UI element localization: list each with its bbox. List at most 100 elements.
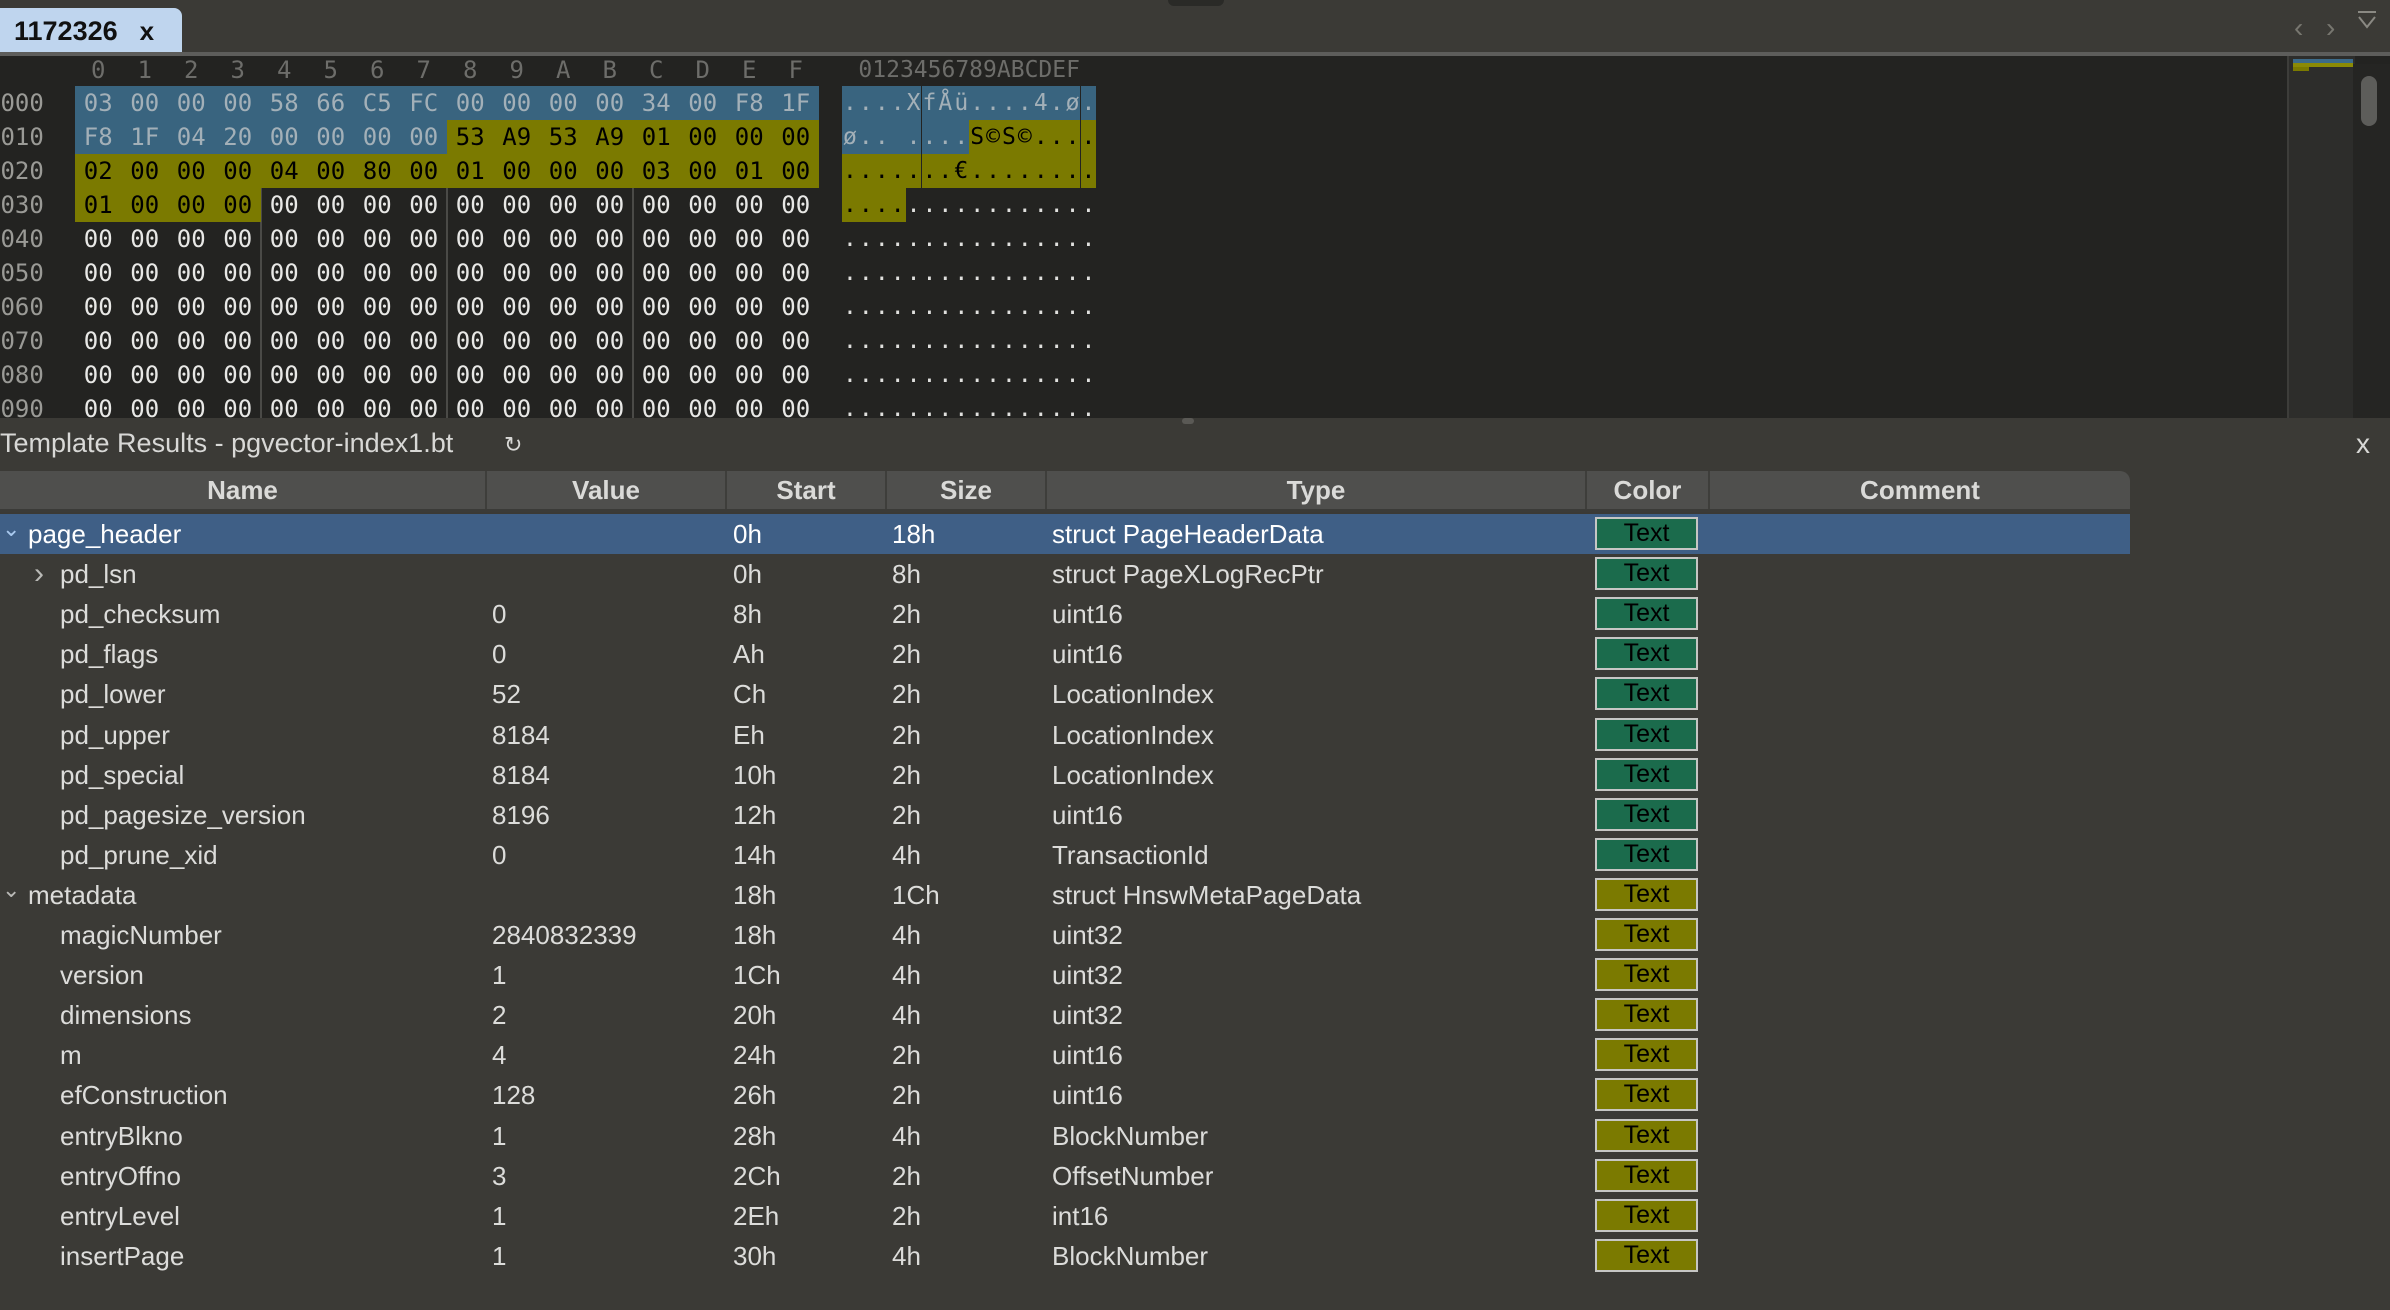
ascii-char[interactable]: . <box>1065 392 1081 418</box>
ascii-char[interactable]: . <box>890 358 906 392</box>
hex-byte[interactable]: 02 <box>75 154 122 188</box>
hex-byte[interactable]: 04 <box>168 120 215 154</box>
color-swatch[interactable]: Text <box>1595 1158 1698 1192</box>
hex-byte[interactable]: 00 <box>773 256 820 290</box>
ascii-char[interactable]: . <box>1049 256 1065 290</box>
hex-byte[interactable]: 34 <box>633 86 680 120</box>
file-tab[interactable]: 1172326 x <box>0 8 182 54</box>
hex-byte[interactable]: 00 <box>447 188 494 222</box>
ascii-char[interactable]: . <box>985 222 1001 256</box>
ascii-char[interactable]: . <box>1048 120 1065 154</box>
ascii-char[interactable]: . <box>1017 222 1033 256</box>
hex-byte[interactable]: 00 <box>447 290 494 324</box>
ascii-char[interactable]: . <box>1033 222 1049 256</box>
ascii-char[interactable]: . <box>1081 222 1097 256</box>
hex-byte[interactable]: 00 <box>773 358 820 392</box>
ascii-char[interactable]: . <box>1033 324 1049 358</box>
table-row[interactable]: › pd_lsn 0h 8h struct PageXLogRecPtr Text <box>0 554 2130 594</box>
color-swatch[interactable]: Text <box>1595 597 1698 631</box>
color-swatch[interactable]: Text <box>1595 757 1698 791</box>
ascii-char[interactable]: . <box>1080 154 1097 188</box>
ascii-char[interactable]: . <box>937 256 953 290</box>
ascii-char[interactable]: . <box>969 324 985 358</box>
table-row[interactable]: version 1 1Ch 4h uint32 Text <box>0 955 2130 995</box>
ascii-char[interactable]: ü <box>953 86 970 120</box>
ascii-char[interactable]: . <box>889 154 906 188</box>
ascii-char[interactable]: . <box>953 188 969 222</box>
ascii-char[interactable]: ø <box>842 120 858 154</box>
ascii-char[interactable]: . <box>953 120 970 154</box>
hex-byte[interactable]: 00 <box>354 290 401 324</box>
ascii-char[interactable]: . <box>1065 290 1081 324</box>
ascii-char[interactable]: X <box>905 86 922 120</box>
ascii-char[interactable]: . <box>842 290 858 324</box>
ascii-char[interactable]: . <box>953 290 969 324</box>
hex-byte[interactable]: 00 <box>122 324 169 358</box>
chevron-down-icon[interactable]: ⌄ <box>2 514 20 554</box>
hex-byte[interactable]: 00 <box>773 290 820 324</box>
color-swatch[interactable]: Text <box>1595 1198 1698 1232</box>
ascii-char[interactable]: . <box>842 222 858 256</box>
ascii-char[interactable]: . <box>1001 392 1017 418</box>
hex-byte[interactable]: 00 <box>540 324 587 358</box>
ascii-char[interactable]: . <box>1081 256 1097 290</box>
ascii-char[interactable]: . <box>922 324 938 358</box>
ascii-char[interactable]: S <box>1001 120 1017 154</box>
ascii-char[interactable]: . <box>874 256 890 290</box>
hex-byte[interactable]: 00 <box>587 256 634 290</box>
ascii-char[interactable]: . <box>922 392 938 418</box>
color-swatch[interactable]: Text <box>1595 1078 1698 1112</box>
hex-byte[interactable]: 00 <box>75 222 122 256</box>
column-header-start[interactable]: Start <box>727 471 887 509</box>
ascii-char[interactable]: . <box>1065 222 1081 256</box>
hex-byte[interactable]: 00 <box>400 154 447 188</box>
ascii-char[interactable]: . <box>890 222 906 256</box>
ascii-char[interactable]: . <box>1049 188 1065 222</box>
hex-byte[interactable]: A9 <box>493 120 540 154</box>
hex-byte[interactable]: 00 <box>772 154 819 188</box>
hex-byte[interactable]: 00 <box>168 358 215 392</box>
ascii-char[interactable]: . <box>842 256 858 290</box>
hex-byte[interactable]: 00 <box>168 188 215 222</box>
ascii-char[interactable]: . <box>905 154 922 188</box>
ascii-char[interactable]: . <box>1064 154 1081 188</box>
ascii-char[interactable]: . <box>937 120 954 154</box>
ascii-char[interactable]: . <box>890 324 906 358</box>
table-row[interactable]: ⌄ metadata 18h 1Ch struct HnswMetaPageData Te… <box>0 875 2130 915</box>
ascii-char[interactable]: . <box>906 392 922 418</box>
ascii-char[interactable]: © <box>985 120 1001 154</box>
hex-byte[interactable]: 00 <box>493 86 540 120</box>
ascii-char[interactable]: . <box>969 358 985 392</box>
ascii-char[interactable]: . <box>874 290 890 324</box>
ascii-char[interactable]: . <box>857 120 874 154</box>
ascii-char[interactable]: . <box>1001 256 1017 290</box>
hex-byte[interactable]: 00 <box>494 392 541 418</box>
hex-byte[interactable]: 00 <box>633 290 680 324</box>
hex-byte[interactable]: 53 <box>540 120 587 154</box>
ascii-char[interactable]: . <box>969 290 985 324</box>
table-row[interactable]: pd_flags 0 Ah 2h uint16 Text <box>0 634 2130 674</box>
hex-byte[interactable]: 00 <box>75 324 122 358</box>
color-swatch[interactable]: Text <box>1595 1118 1698 1152</box>
ascii-char[interactable]: 4 <box>1032 86 1049 120</box>
hex-byte[interactable]: 00 <box>354 222 401 256</box>
hex-byte[interactable]: 00 <box>772 120 819 154</box>
color-swatch[interactable]: Text <box>1595 1038 1698 1072</box>
hex-byte[interactable]: 00 <box>308 392 355 418</box>
hex-byte[interactable]: 00 <box>215 256 262 290</box>
hex-byte[interactable]: 00 <box>447 256 494 290</box>
ascii-char[interactable]: . <box>969 222 985 256</box>
hex-byte[interactable]: 00 <box>168 290 215 324</box>
ascii-char[interactable]: . <box>1081 358 1097 392</box>
ascii-char[interactable]: . <box>858 324 874 358</box>
ascii-char[interactable]: . <box>953 358 969 392</box>
hex-byte[interactable]: 00 <box>261 358 308 392</box>
table-row[interactable]: pd_pagesize_version 8196 12h 2h uint16 Text <box>0 795 2130 835</box>
ascii-char[interactable]: . <box>1033 188 1049 222</box>
hex-byte[interactable]: 00 <box>308 188 355 222</box>
ascii-char[interactable]: . <box>1048 86 1065 120</box>
hex-byte[interactable]: 00 <box>215 290 262 324</box>
hex-byte[interactable]: 58 <box>261 86 308 120</box>
ascii-char[interactable]: . <box>1001 86 1017 120</box>
hex-byte[interactable]: 00 <box>261 324 308 358</box>
